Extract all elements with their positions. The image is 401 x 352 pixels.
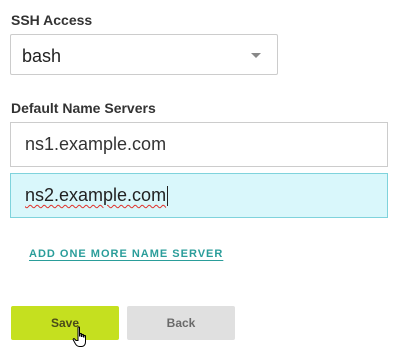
text-caret xyxy=(167,185,169,206)
add-name-server-link[interactable]: ADD ONE MORE NAME SERVER xyxy=(29,248,223,260)
ssh-access-select[interactable]: bash xyxy=(10,34,278,75)
name-server-2-input[interactable]: ns2.example.com xyxy=(10,173,388,218)
chevron-down-icon xyxy=(251,53,261,58)
back-button[interactable]: Back xyxy=(127,306,235,340)
name-server-1-value: ns1.example.com xyxy=(25,134,167,154)
hand-pointer-icon xyxy=(72,326,86,347)
save-button[interactable]: Save xyxy=(11,306,119,340)
settings-form: SSH Access bash Default Name Servers ns1… xyxy=(0,0,401,352)
name-servers-label: Default Name Servers xyxy=(11,100,156,116)
ssh-access-label: SSH Access xyxy=(11,12,93,28)
name-server-1-input[interactable]: ns1.example.com xyxy=(10,122,388,167)
name-server-2-value: ns2.example.com xyxy=(25,185,167,205)
ssh-access-selected-value: bash xyxy=(22,46,62,66)
